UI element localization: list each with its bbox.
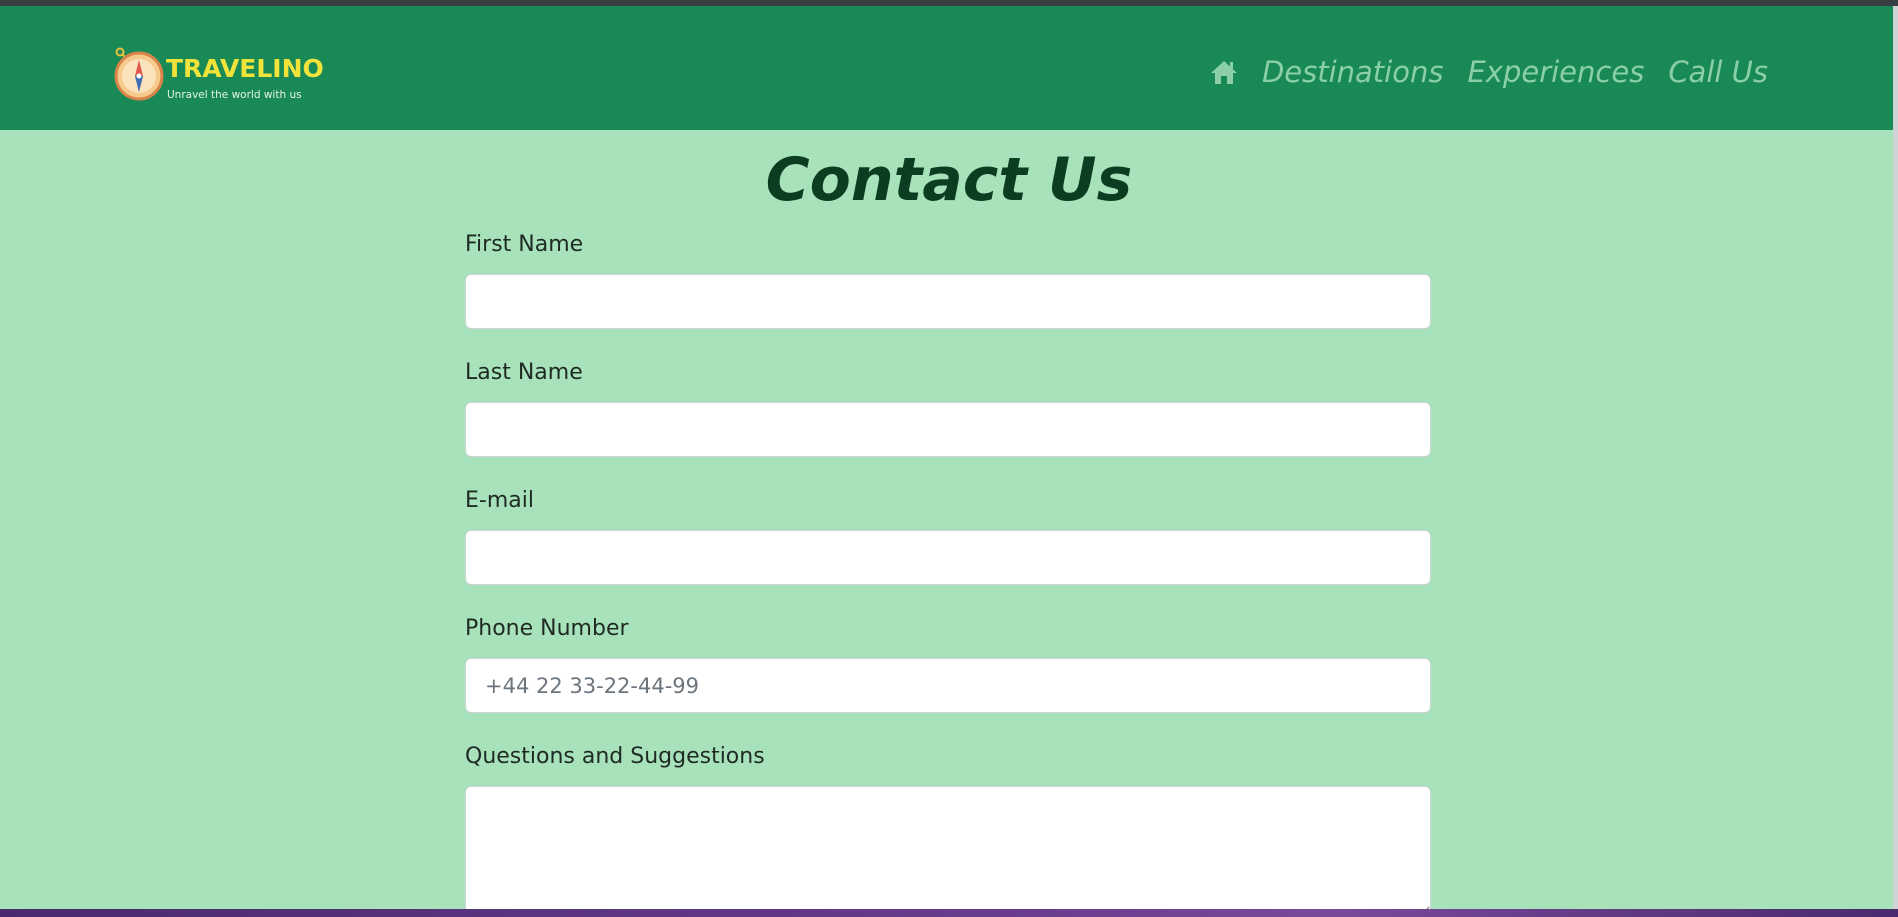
first-name-label: First Name <box>465 232 584 257</box>
brand-tagline: Unravel the world with us <box>167 89 302 101</box>
last-name-input[interactable] <box>465 402 1431 457</box>
scrollbar[interactable] <box>1893 6 1898 909</box>
nav-link-destinations[interactable]: Destinations <box>1262 55 1444 89</box>
email-group: E-mail <box>465 486 1431 585</box>
first-name-input[interactable] <box>465 274 1431 329</box>
last-name-label: Last Name <box>465 360 583 385</box>
brand-logo[interactable]: TRAVELINO Unravel the world with us <box>114 46 324 106</box>
email-label: E-mail <box>465 488 534 513</box>
brand-name: TRAVELINO <box>166 54 324 83</box>
phone-group: Phone Number <box>465 614 1431 713</box>
questions-textarea[interactable] <box>465 786 1431 916</box>
nav-link-experiences[interactable]: Experiences <box>1467 55 1644 89</box>
questions-label: Questions and Suggestions <box>465 744 765 769</box>
taskbar-edge <box>0 909 1898 917</box>
phone-input[interactable] <box>465 658 1431 713</box>
first-name-group: First Name <box>465 230 1431 329</box>
page-title: Contact Us <box>765 145 1133 215</box>
home-icon[interactable] <box>1210 59 1238 85</box>
questions-group: Questions and Suggestions <box>465 742 1431 916</box>
nav-link-call-us[interactable]: Call Us <box>1668 55 1768 89</box>
last-name-group: Last Name <box>465 358 1431 457</box>
compass-icon <box>114 47 164 101</box>
main-nav: Destinations Experiences Call Us <box>1210 50 1768 94</box>
email-input[interactable] <box>465 530 1431 585</box>
phone-label: Phone Number <box>465 616 629 641</box>
navbar: TRAVELINO Unravel the world with us Dest… <box>0 6 1893 130</box>
